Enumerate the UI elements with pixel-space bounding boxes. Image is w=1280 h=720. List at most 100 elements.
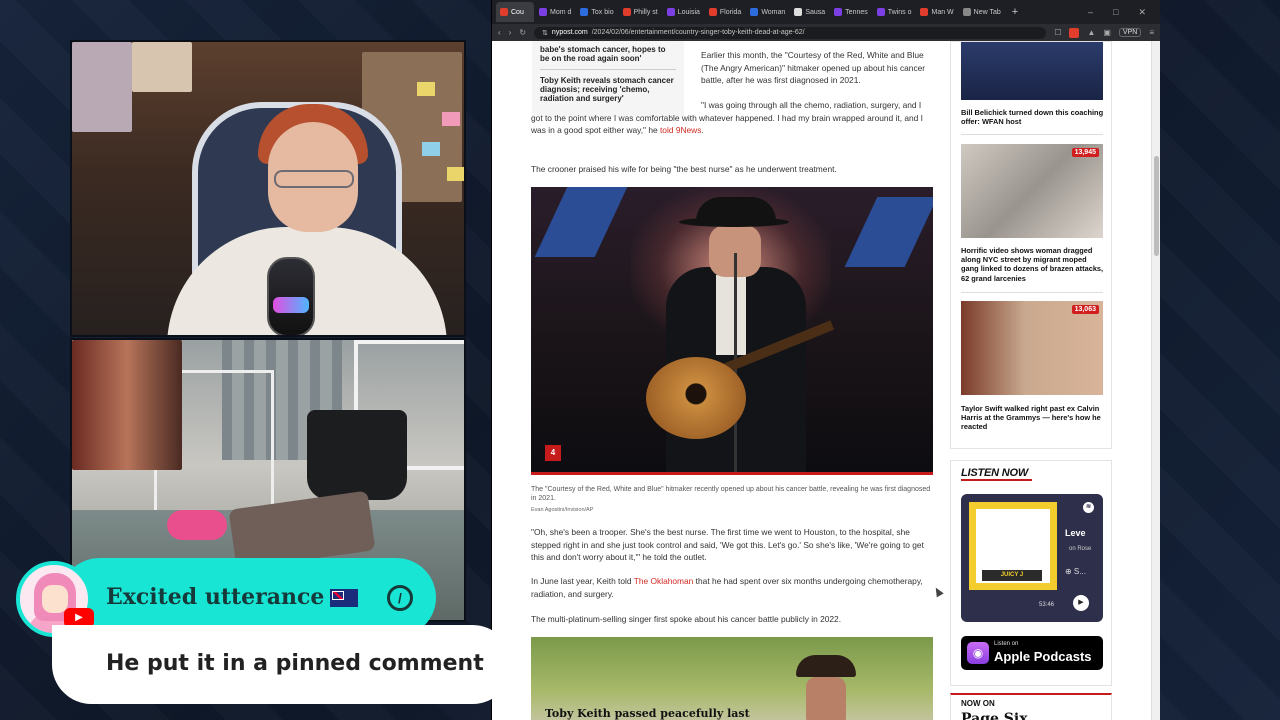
browser-tab[interactable]: Florida	[705, 2, 745, 22]
tab-label: Twins o	[887, 8, 912, 16]
article-paragraph: The multi-platinum-selling singer first …	[531, 614, 842, 624]
streamer-webcam	[70, 40, 466, 337]
link-9news[interactable]: told 9News	[660, 125, 701, 135]
tab-favicon-icon	[666, 8, 675, 16]
tab-label: Florida	[719, 8, 742, 16]
article-second-image[interactable]: Toby Keith passed peacefully last	[531, 637, 933, 720]
moderator-icon: /	[387, 585, 413, 611]
article-paragraph: "I was going through all the chemo, radi…	[531, 100, 923, 135]
tab-favicon-icon	[834, 8, 843, 16]
browser-tab[interactable]: New Tab	[959, 2, 1005, 22]
image-credit: Evan Agostini/Invision/AP	[531, 507, 594, 513]
album-cover: JUICY J	[969, 502, 1057, 590]
gallery-icon[interactable]: 4	[545, 445, 561, 461]
save-button[interactable]: ⊕ S...	[1065, 567, 1086, 576]
tab-label: Sausa	[805, 8, 826, 16]
tab-label: Tennes	[845, 8, 868, 16]
article-paragraph: "Oh, she's been a trooper. She's the bes…	[531, 527, 924, 562]
tab-bar: Cou Mom d Tox bio Philly st Louisia Florida Wo…	[492, 0, 1160, 24]
url-domain: nypost.com	[551, 29, 588, 36]
trending-stories: Bill Belichick turned down this coaching…	[950, 41, 1112, 449]
sidebar-icon[interactable]: ▣	[1103, 28, 1111, 37]
comment-count: 13,945	[1071, 148, 1099, 157]
chat-username: Excited utterance	[106, 584, 359, 610]
listen-now-heading: LISTEN NOW	[961, 467, 1033, 481]
address-bar: ‹ › ↻ ⇅ nypost.com/2024/02/06/entertainm…	[492, 24, 1160, 41]
spotify-icon: ≋	[1083, 502, 1094, 513]
back-icon[interactable]: ‹	[498, 28, 501, 37]
tab-label: Mom d	[550, 8, 572, 16]
article-paragraph: The crooner praised his wife for being "…	[531, 164, 837, 174]
link-the-oklahoman[interactable]: The Oklahoman	[634, 576, 694, 586]
tab-label: Tox bio	[591, 8, 614, 16]
story-title[interactable]: Bill Belichick turned down this coaching…	[961, 108, 1105, 126]
tab-favicon-icon	[539, 8, 547, 16]
article-hero-image[interactable]: 4	[531, 187, 933, 475]
now-on-widget[interactable]: NOW ON Page Six	[950, 693, 1112, 720]
new-tab-button[interactable]: +	[1006, 6, 1024, 18]
story-title[interactable]: Horrific video shows woman dragged along…	[961, 246, 1105, 283]
browser-window: Cou Mom d Tox bio Philly st Louisia Florida Wo…	[491, 0, 1160, 720]
browser-tab[interactable]: Philly st	[619, 2, 662, 22]
article-paragraph: In June last year, Keith told The Oklaho…	[531, 576, 923, 599]
browser-tab[interactable]: Tennes	[830, 2, 872, 22]
close-icon[interactable]: ✕	[1138, 7, 1146, 18]
story-title[interactable]: Taylor Swift walked right past ex Calvin…	[961, 404, 1105, 432]
episode-subtitle: on Rose	[1069, 546, 1092, 552]
episode-time: 53:46	[1039, 602, 1055, 608]
tab-favicon-icon	[920, 8, 929, 16]
story-thumbnail[interactable]: 13,945	[961, 144, 1103, 238]
url-field[interactable]: ⇅ nypost.com/2024/02/06/entertainment/co…	[534, 26, 1047, 39]
extension-icon[interactable]: ▲	[1087, 28, 1095, 37]
browser-tab[interactable]: Mom d	[535, 2, 575, 22]
tab-favicon-icon	[580, 8, 589, 16]
tab-favicon-icon	[794, 8, 803, 16]
brave-shield-icon[interactable]	[1069, 27, 1080, 38]
image-caption: The "Courtesy of the Red, White and Blue…	[531, 486, 931, 502]
tab-favicon-icon	[500, 8, 508, 16]
tab-favicon-icon	[708, 8, 717, 16]
vpn-button[interactable]: VPN	[1118, 28, 1142, 37]
browser-tab[interactable]: Louisia	[663, 2, 704, 22]
related-story[interactable]: babe's stomach cancer, hopes to be on th…	[540, 45, 676, 63]
tab-label: Cou	[511, 8, 524, 16]
story-thumbnail[interactable]	[961, 42, 1103, 100]
browser-tab[interactable]: Twins o	[873, 2, 916, 22]
browser-tab[interactable]: Woman	[746, 2, 789, 22]
tab-favicon-icon	[876, 8, 885, 16]
article-paragraph: Earlier this month, the "Courtesy of the…	[701, 50, 926, 85]
tab-label: Louisia	[677, 8, 700, 16]
page-content: babe's stomach cancer, hopes to be on th…	[492, 41, 1152, 720]
reload-icon[interactable]: ↻	[519, 28, 526, 37]
url-path: /2024/02/06/entertainment/country-singer…	[591, 29, 805, 36]
menu-icon[interactable]: ≡	[1149, 28, 1154, 37]
podcast-icon: ◉	[967, 642, 989, 664]
tab-favicon-icon	[622, 8, 631, 16]
tab-label: Man W	[931, 8, 954, 16]
mouse-cursor	[932, 585, 944, 598]
bookmark-icon[interactable]: ☐	[1054, 28, 1061, 37]
tab-label: New Tab	[973, 8, 1001, 16]
image-overlay-text: Toby Keith passed peacefully last	[545, 707, 750, 720]
australia-flag-icon	[330, 589, 359, 607]
play-icon[interactable]: ▶	[1073, 595, 1089, 611]
browser-tab[interactable]: Tox bio	[576, 2, 617, 22]
spotify-player[interactable]: JUICY J ≋ Leve on Rose ⊕ S... 53:46 ▶	[961, 494, 1103, 622]
tab-favicon-icon	[962, 8, 971, 16]
minimize-icon[interactable]: –	[1088, 7, 1093, 18]
story-thumbnail[interactable]: 13,063	[961, 301, 1103, 395]
comment-count: 13,063	[1071, 305, 1099, 314]
browser-tab[interactable]: Man W	[916, 2, 957, 22]
maximize-icon[interactable]: □	[1113, 7, 1118, 18]
browser-tab[interactable]: Sausa	[790, 2, 829, 22]
forward-icon[interactable]: ›	[509, 28, 512, 37]
page-scrollbar[interactable]	[1151, 41, 1160, 720]
listen-now-widget: LISTEN NOW JUICY J ≋ Leve on Rose ⊕ S...…	[950, 460, 1112, 686]
window-controls: – □ ✕	[1088, 7, 1160, 18]
tab-label: Philly st	[633, 8, 658, 16]
apple-podcasts-button[interactable]: ◉ Listen on Apple Podcasts	[961, 636, 1103, 670]
lock-icon: ⇅	[542, 29, 548, 37]
microphone	[267, 257, 315, 335]
episode-title: Leve	[1065, 528, 1086, 538]
browser-tab[interactable]: Cou	[496, 2, 534, 22]
